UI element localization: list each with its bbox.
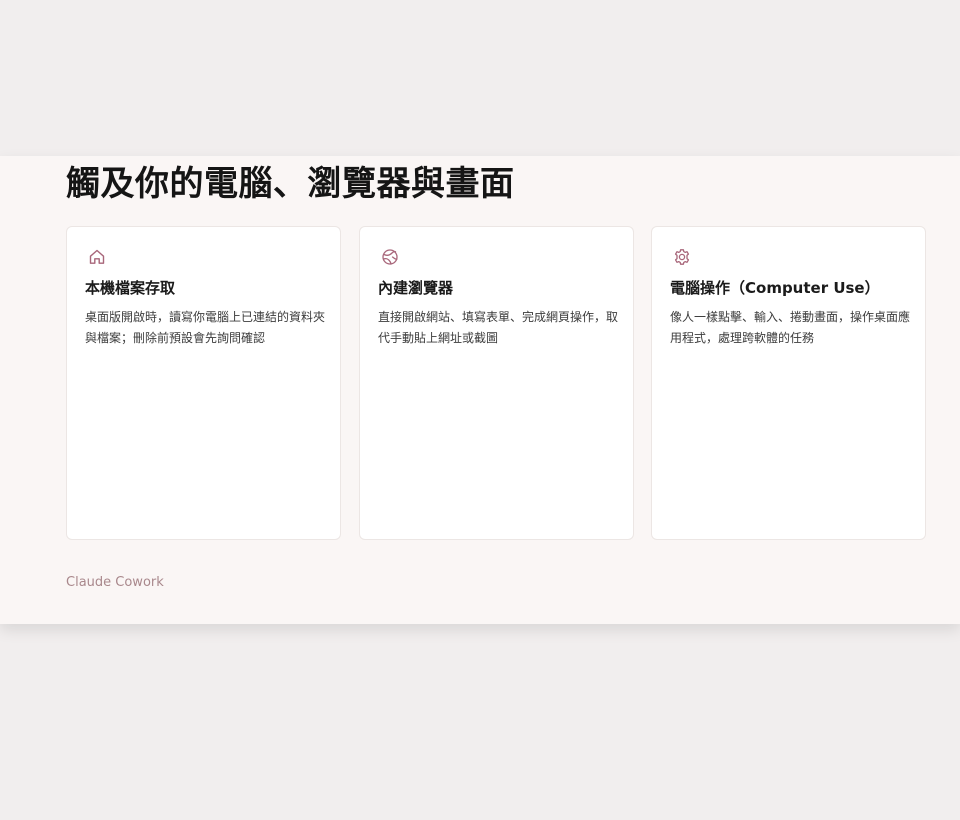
card-title: 本機檔案存取 <box>85 279 176 297</box>
globe-icon <box>380 247 400 267</box>
card-title: 內建瀏覽器 <box>378 279 454 297</box>
feature-card-browser: 內建瀏覽器 直接開啟網站、填寫表單、完成網頁操作，取代手動貼上網址或截圖 <box>359 226 634 540</box>
feature-card-local-files: 本機檔案存取 桌面版開啟時，讀寫你電腦上已連結的資料夾與檔案；刪除前預設會先詢問… <box>66 226 341 540</box>
card-description: 桌面版開啟時，讀寫你電腦上已連結的資料夾與檔案；刪除前預設會先詢問確認 <box>85 310 326 345</box>
card-description: 直接開啟網站、填寫表單、完成網頁操作，取代手動貼上網址或截圖 <box>378 310 619 345</box>
home-icon <box>87 247 107 267</box>
feature-card-computer-use: 電腦操作（Computer Use） 像人一樣點擊、輸入、捲動畫面，操作桌面應用… <box>651 226 926 540</box>
brand-footer: Claude Cowork <box>66 575 164 590</box>
card-title: 電腦操作（Computer Use） <box>670 279 880 297</box>
gear-icon <box>672 247 692 267</box>
feature-panel: 觸及你的電腦、瀏覽器與畫面 本機檔案存取 桌面版開啟時，讀寫你電腦上已連結的資料… <box>0 156 960 624</box>
section-heading: 觸及你的電腦、瀏覽器與畫面 <box>66 164 515 204</box>
card-description: 像人一樣點擊、輸入、捲動畫面，操作桌面應用程式，處理跨軟體的任務 <box>670 310 911 345</box>
